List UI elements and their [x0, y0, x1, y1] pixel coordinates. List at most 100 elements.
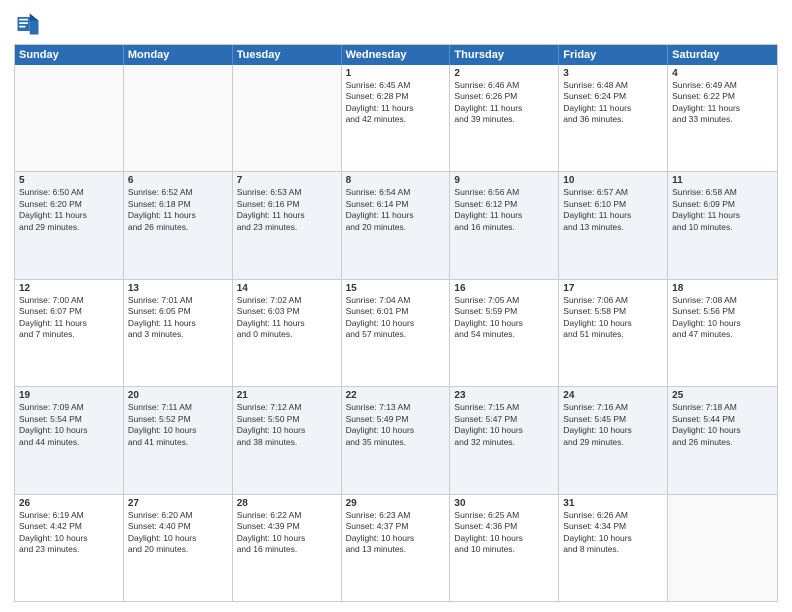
cell-daylight-info: Sunrise: 6:58 AM Sunset: 6:09 PM Dayligh…: [672, 187, 773, 233]
cell-daylight-info: Sunrise: 7:06 AM Sunset: 5:58 PM Dayligh…: [563, 295, 663, 341]
cell-date-number: 3: [563, 68, 663, 79]
cell-daylight-info: Sunrise: 6:49 AM Sunset: 6:22 PM Dayligh…: [672, 80, 773, 126]
day-header-sunday: Sunday: [15, 45, 124, 65]
calendar-cell: 11Sunrise: 6:58 AM Sunset: 6:09 PM Dayli…: [668, 172, 777, 278]
cell-date-number: 28: [237, 498, 337, 509]
calendar-cell: 9Sunrise: 6:56 AM Sunset: 6:12 PM Daylig…: [450, 172, 559, 278]
cell-date-number: 24: [563, 390, 663, 401]
cell-date-number: 29: [346, 498, 446, 509]
cell-date-number: 2: [454, 68, 554, 79]
cell-daylight-info: Sunrise: 7:00 AM Sunset: 6:07 PM Dayligh…: [19, 295, 119, 341]
calendar-cell: 6Sunrise: 6:52 AM Sunset: 6:18 PM Daylig…: [124, 172, 233, 278]
cell-date-number: 31: [563, 498, 663, 509]
cell-daylight-info: Sunrise: 7:18 AM Sunset: 5:44 PM Dayligh…: [672, 402, 773, 448]
cell-daylight-info: Sunrise: 6:19 AM Sunset: 4:42 PM Dayligh…: [19, 510, 119, 556]
cell-daylight-info: Sunrise: 6:23 AM Sunset: 4:37 PM Dayligh…: [346, 510, 446, 556]
cell-date-number: 26: [19, 498, 119, 509]
cell-daylight-info: Sunrise: 6:20 AM Sunset: 4:40 PM Dayligh…: [128, 510, 228, 556]
calendar-cell: 12Sunrise: 7:00 AM Sunset: 6:07 PM Dayli…: [15, 280, 124, 386]
cell-date-number: 20: [128, 390, 228, 401]
cell-date-number: 1: [346, 68, 446, 79]
cell-daylight-info: Sunrise: 7:02 AM Sunset: 6:03 PM Dayligh…: [237, 295, 337, 341]
cell-date-number: 14: [237, 283, 337, 294]
cell-daylight-info: Sunrise: 7:15 AM Sunset: 5:47 PM Dayligh…: [454, 402, 554, 448]
calendar-cell: 7Sunrise: 6:53 AM Sunset: 6:16 PM Daylig…: [233, 172, 342, 278]
cell-daylight-info: Sunrise: 6:48 AM Sunset: 6:24 PM Dayligh…: [563, 80, 663, 126]
cell-daylight-info: Sunrise: 6:54 AM Sunset: 6:14 PM Dayligh…: [346, 187, 446, 233]
calendar-row-0: 1Sunrise: 6:45 AM Sunset: 6:28 PM Daylig…: [15, 65, 777, 171]
cell-daylight-info: Sunrise: 7:13 AM Sunset: 5:49 PM Dayligh…: [346, 402, 446, 448]
calendar-cell: 28Sunrise: 6:22 AM Sunset: 4:39 PM Dayli…: [233, 495, 342, 601]
cell-daylight-info: Sunrise: 7:01 AM Sunset: 6:05 PM Dayligh…: [128, 295, 228, 341]
cell-date-number: 10: [563, 175, 663, 186]
cell-date-number: 8: [346, 175, 446, 186]
cell-daylight-info: Sunrise: 6:46 AM Sunset: 6:26 PM Dayligh…: [454, 80, 554, 126]
cell-date-number: 23: [454, 390, 554, 401]
calendar-cell: 29Sunrise: 6:23 AM Sunset: 4:37 PM Dayli…: [342, 495, 451, 601]
logo: [14, 10, 46, 38]
cell-date-number: 19: [19, 390, 119, 401]
cell-daylight-info: Sunrise: 7:16 AM Sunset: 5:45 PM Dayligh…: [563, 402, 663, 448]
cell-date-number: 13: [128, 283, 228, 294]
calendar-cell: 22Sunrise: 7:13 AM Sunset: 5:49 PM Dayli…: [342, 387, 451, 493]
cell-daylight-info: Sunrise: 7:11 AM Sunset: 5:52 PM Dayligh…: [128, 402, 228, 448]
cell-daylight-info: Sunrise: 7:08 AM Sunset: 5:56 PM Dayligh…: [672, 295, 773, 341]
day-header-tuesday: Tuesday: [233, 45, 342, 65]
calendar-cell: 25Sunrise: 7:18 AM Sunset: 5:44 PM Dayli…: [668, 387, 777, 493]
calendar-cell: 8Sunrise: 6:54 AM Sunset: 6:14 PM Daylig…: [342, 172, 451, 278]
calendar-cell: 23Sunrise: 7:15 AM Sunset: 5:47 PM Dayli…: [450, 387, 559, 493]
calendar-cell: 10Sunrise: 6:57 AM Sunset: 6:10 PM Dayli…: [559, 172, 668, 278]
calendar-cell: 18Sunrise: 7:08 AM Sunset: 5:56 PM Dayli…: [668, 280, 777, 386]
cell-daylight-info: Sunrise: 7:09 AM Sunset: 5:54 PM Dayligh…: [19, 402, 119, 448]
cell-date-number: 27: [128, 498, 228, 509]
calendar-cell: [15, 65, 124, 171]
cell-date-number: 6: [128, 175, 228, 186]
calendar-cell: 19Sunrise: 7:09 AM Sunset: 5:54 PM Dayli…: [15, 387, 124, 493]
cell-date-number: 22: [346, 390, 446, 401]
calendar-cell: 26Sunrise: 6:19 AM Sunset: 4:42 PM Dayli…: [15, 495, 124, 601]
cell-daylight-info: Sunrise: 6:56 AM Sunset: 6:12 PM Dayligh…: [454, 187, 554, 233]
cell-date-number: 4: [672, 68, 773, 79]
logo-icon: [14, 10, 42, 38]
cell-daylight-info: Sunrise: 6:22 AM Sunset: 4:39 PM Dayligh…: [237, 510, 337, 556]
cell-date-number: 15: [346, 283, 446, 294]
calendar-cell: 4Sunrise: 6:49 AM Sunset: 6:22 PM Daylig…: [668, 65, 777, 171]
cell-date-number: 30: [454, 498, 554, 509]
calendar-cell: [233, 65, 342, 171]
calendar-header: SundayMondayTuesdayWednesdayThursdayFrid…: [15, 45, 777, 65]
cell-date-number: 12: [19, 283, 119, 294]
cell-daylight-info: Sunrise: 6:25 AM Sunset: 4:36 PM Dayligh…: [454, 510, 554, 556]
calendar-cell: 14Sunrise: 7:02 AM Sunset: 6:03 PM Dayli…: [233, 280, 342, 386]
calendar-body: 1Sunrise: 6:45 AM Sunset: 6:28 PM Daylig…: [15, 65, 777, 601]
calendar: SundayMondayTuesdayWednesdayThursdayFrid…: [14, 44, 778, 602]
calendar-cell: 31Sunrise: 6:26 AM Sunset: 4:34 PM Dayli…: [559, 495, 668, 601]
cell-date-number: 16: [454, 283, 554, 294]
calendar-cell: 3Sunrise: 6:48 AM Sunset: 6:24 PM Daylig…: [559, 65, 668, 171]
cell-date-number: 17: [563, 283, 663, 294]
day-header-wednesday: Wednesday: [342, 45, 451, 65]
day-header-friday: Friday: [559, 45, 668, 65]
cell-daylight-info: Sunrise: 6:52 AM Sunset: 6:18 PM Dayligh…: [128, 187, 228, 233]
calendar-cell: 15Sunrise: 7:04 AM Sunset: 6:01 PM Dayli…: [342, 280, 451, 386]
page: SundayMondayTuesdayWednesdayThursdayFrid…: [0, 0, 792, 612]
cell-date-number: 25: [672, 390, 773, 401]
cell-daylight-info: Sunrise: 6:50 AM Sunset: 6:20 PM Dayligh…: [19, 187, 119, 233]
calendar-cell: 16Sunrise: 7:05 AM Sunset: 5:59 PM Dayli…: [450, 280, 559, 386]
calendar-row-1: 5Sunrise: 6:50 AM Sunset: 6:20 PM Daylig…: [15, 171, 777, 278]
calendar-cell: 1Sunrise: 6:45 AM Sunset: 6:28 PM Daylig…: [342, 65, 451, 171]
calendar-row-4: 26Sunrise: 6:19 AM Sunset: 4:42 PM Dayli…: [15, 494, 777, 601]
calendar-cell: 17Sunrise: 7:06 AM Sunset: 5:58 PM Dayli…: [559, 280, 668, 386]
calendar-row-2: 12Sunrise: 7:00 AM Sunset: 6:07 PM Dayli…: [15, 279, 777, 386]
cell-daylight-info: Sunrise: 6:53 AM Sunset: 6:16 PM Dayligh…: [237, 187, 337, 233]
calendar-cell: [124, 65, 233, 171]
cell-daylight-info: Sunrise: 6:26 AM Sunset: 4:34 PM Dayligh…: [563, 510, 663, 556]
cell-date-number: 21: [237, 390, 337, 401]
calendar-cell: 30Sunrise: 6:25 AM Sunset: 4:36 PM Dayli…: [450, 495, 559, 601]
calendar-cell: 20Sunrise: 7:11 AM Sunset: 5:52 PM Dayli…: [124, 387, 233, 493]
cell-daylight-info: Sunrise: 6:57 AM Sunset: 6:10 PM Dayligh…: [563, 187, 663, 233]
cell-date-number: 18: [672, 283, 773, 294]
cell-date-number: 11: [672, 175, 773, 186]
day-header-thursday: Thursday: [450, 45, 559, 65]
calendar-cell: 24Sunrise: 7:16 AM Sunset: 5:45 PM Dayli…: [559, 387, 668, 493]
cell-daylight-info: Sunrise: 7:05 AM Sunset: 5:59 PM Dayligh…: [454, 295, 554, 341]
